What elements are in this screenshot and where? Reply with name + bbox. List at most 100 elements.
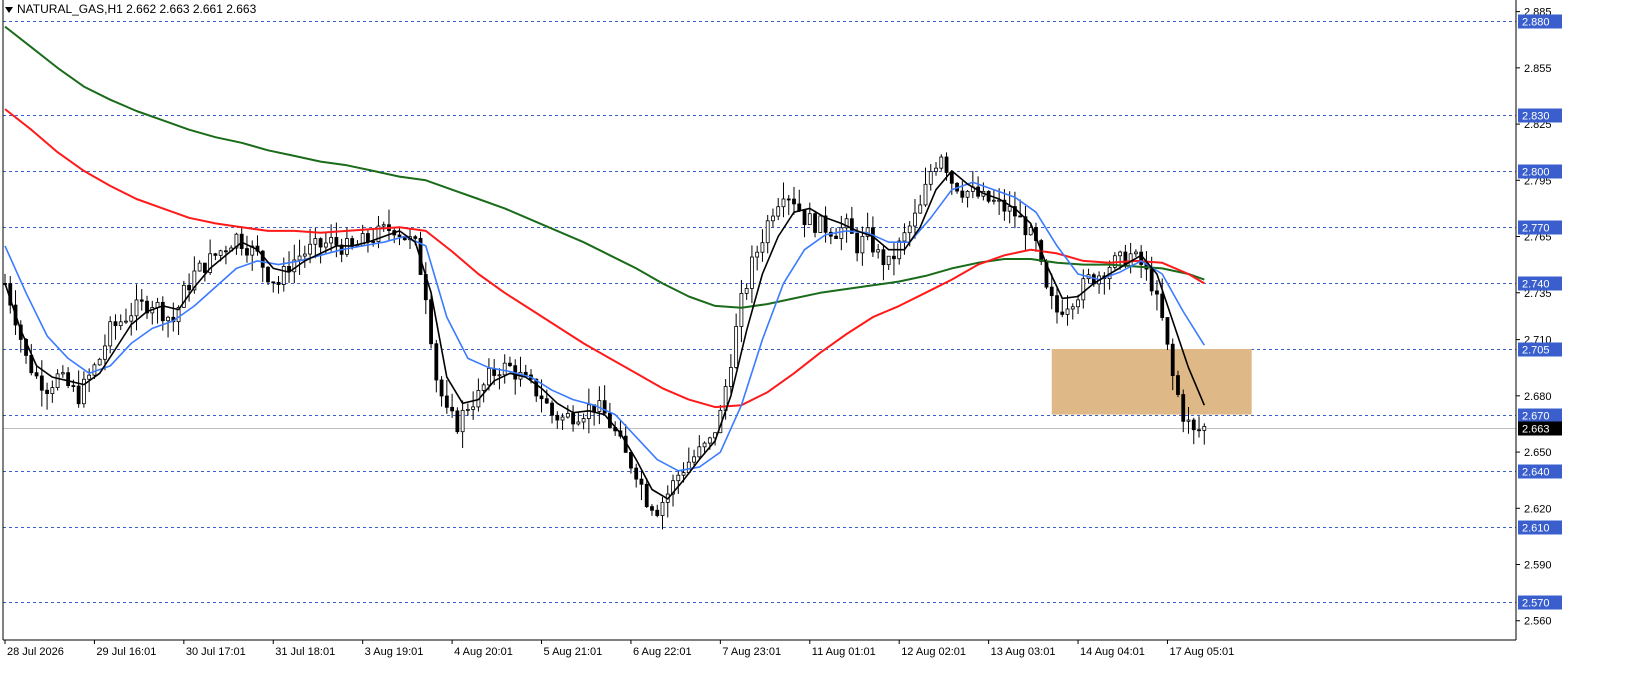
time-axis: 28 Jul 2026 29 Jul 16:01 30 Jul 17:01 31 Ju… <box>4 640 1234 658</box>
candle-body <box>1065 308 1070 315</box>
price-tick-label: 2.650 <box>1524 447 1552 459</box>
candle-body <box>818 215 823 233</box>
candle-body <box>1149 268 1154 292</box>
level-label-text: 2.880 <box>1522 17 1550 29</box>
candle-body <box>550 402 554 416</box>
candle-body <box>1055 295 1059 313</box>
candle-body <box>50 387 55 394</box>
candle-body <box>108 321 113 347</box>
time-tick-label: 3 Aug 19:01 <box>365 646 424 658</box>
candle-body <box>224 250 228 253</box>
candle-body <box>1165 317 1170 345</box>
candle-body <box>1202 426 1207 431</box>
candle-body <box>113 321 118 327</box>
candle-body <box>544 398 549 404</box>
current-price-label-text: 2.663 <box>1522 424 1550 436</box>
candle-body <box>702 442 707 448</box>
price-chart[interactable]: 2.8852.8552.8252.7952.7652.7352.7102.680… <box>0 0 1626 686</box>
candle-body <box>881 249 886 266</box>
time-tick-label: 5 Aug 21:01 <box>544 646 603 658</box>
candle-body <box>497 374 502 377</box>
candle-body <box>460 409 465 433</box>
candle-body <box>907 225 912 234</box>
candle-body <box>813 213 817 233</box>
candle-body <box>1134 251 1138 255</box>
candle-body <box>71 385 76 387</box>
level-label-text: 2.800 <box>1522 167 1550 179</box>
candle-body <box>839 227 844 239</box>
candle-body <box>439 379 444 397</box>
candle-body <box>555 414 560 421</box>
candle-body <box>1018 215 1023 218</box>
candle-body <box>565 413 570 418</box>
candle-body <box>276 281 281 285</box>
candle-body <box>991 199 996 202</box>
candle-body <box>323 242 328 248</box>
candle-body <box>413 236 418 239</box>
time-tick-label: 13 Aug 03:01 <box>991 646 1056 658</box>
candle-body <box>918 204 923 214</box>
candle-body <box>960 190 965 198</box>
time-tick-label: 4 Aug 20:01 <box>454 646 513 658</box>
candle-body <box>1139 251 1144 265</box>
candle-body <box>644 483 649 508</box>
candle-body <box>834 235 838 239</box>
candle-body <box>118 321 123 327</box>
candle-body <box>1070 306 1075 310</box>
level-label-text: 2.610 <box>1522 523 1550 535</box>
candle-body <box>465 409 470 411</box>
candle-body <box>892 255 896 260</box>
candle-body <box>87 374 92 380</box>
candle-body <box>124 320 128 323</box>
price-tick-label: 2.620 <box>1524 503 1552 515</box>
candle-body <box>366 233 370 242</box>
candle-body <box>213 253 218 256</box>
candle-body <box>429 299 433 345</box>
ma-green-line <box>4 25 1205 309</box>
level-label-text: 2.740 <box>1522 279 1550 291</box>
candle-body <box>655 509 660 516</box>
candle-body <box>239 233 244 249</box>
candle-body <box>650 506 654 511</box>
candle-body <box>134 299 139 317</box>
candle-body <box>760 242 765 253</box>
candle-body <box>1186 419 1191 422</box>
time-tick-label: 30 Jul 17:01 <box>186 646 246 658</box>
candle-body <box>60 372 65 375</box>
candle-body <box>329 237 334 244</box>
candle-body <box>571 413 575 425</box>
candle-body <box>807 213 812 226</box>
zone-rect <box>1051 348 1252 415</box>
candle-body <box>39 375 44 391</box>
candle-body <box>581 418 586 423</box>
candle-body <box>1170 343 1175 377</box>
candle-body <box>871 227 875 253</box>
candle-body <box>508 362 512 367</box>
candle-body <box>734 326 739 368</box>
level-label-text: 2.640 <box>1522 467 1550 479</box>
candle-body <box>629 452 633 469</box>
candle-body <box>1049 286 1054 297</box>
level-label-text: 2.830 <box>1522 111 1550 123</box>
level-label-text: 2.705 <box>1522 345 1550 357</box>
level-labels: 2.880 2.830 2.800 2.770 2.740 2.705 2.670 2.640… <box>1518 14 1562 610</box>
price-levels <box>3 21 1516 603</box>
candle-body <box>860 235 865 254</box>
candle-body <box>797 203 802 211</box>
price-axis: 2.8852.8552.8252.7952.7652.7352.7102.680… <box>2 0 1552 641</box>
candle-body <box>1160 293 1165 318</box>
candle-body <box>944 156 949 173</box>
candle-body <box>597 400 602 412</box>
price-tick-label: 2.680 <box>1524 391 1552 403</box>
level-label-text: 2.770 <box>1522 223 1550 235</box>
candle-body <box>755 251 760 258</box>
candle-body <box>886 255 891 266</box>
time-tick-label: 11 Aug 01:01 <box>812 646 876 658</box>
candle-body <box>560 416 565 421</box>
time-tick-label: 14 Aug 04:01 <box>1080 646 1145 658</box>
candle-body <box>502 362 507 376</box>
candle-body <box>792 198 796 205</box>
time-tick-label: 29 Jul 16:01 <box>96 646 156 658</box>
candle-body <box>308 243 312 255</box>
candle-body <box>297 255 302 261</box>
